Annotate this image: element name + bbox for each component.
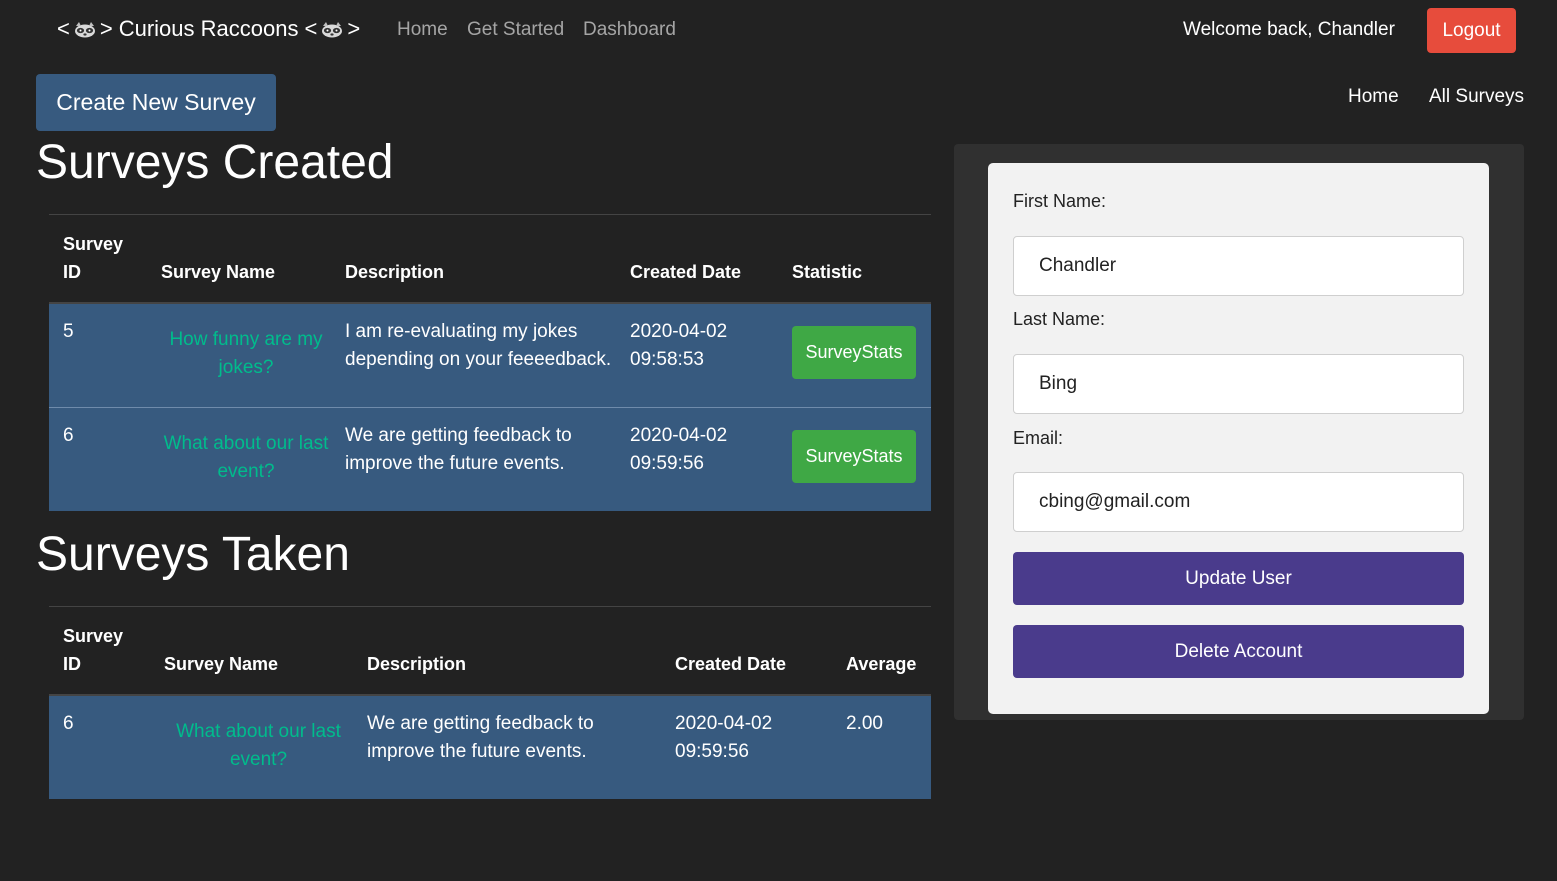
header-survey-id: Survey ID [49, 215, 147, 304]
created-date: 2020-04-02 [630, 424, 728, 446]
cell-description: We are getting feedback to improve the f… [367, 713, 594, 762]
email-label: Email: [1013, 428, 1064, 448]
nav-link-get-started[interactable]: Get Started [467, 19, 564, 41]
survey-name-link[interactable]: How funny are my jokes? [161, 326, 331, 382]
surveys-taken-table: Survey ID Survey Name Description Create… [49, 606, 931, 799]
brand-suffix-open: < [304, 16, 318, 41]
delete-account-button[interactable]: Delete Account [1013, 625, 1464, 678]
welcome-message: Welcome back, Chandler [1183, 19, 1395, 40]
nav-link-dashboard[interactable]: Dashboard [583, 19, 676, 41]
header-description: Description [331, 215, 616, 304]
first-name-field[interactable] [1013, 236, 1464, 296]
update-user-button[interactable]: Update User [1013, 552, 1464, 605]
subnav-link-all-surveys[interactable]: All Surveys [1429, 86, 1524, 108]
survey-stats-button[interactable]: SurveyStats [792, 326, 916, 379]
survey-name-link[interactable]: What about our last event? [164, 718, 353, 774]
surveys-created-title: Surveys Created [36, 136, 394, 189]
survey-name-link[interactable]: What about our last event? [161, 430, 331, 486]
cell-survey-id: 6 [49, 406, 147, 511]
surveys-created-table: Survey ID Survey Name Description Create… [49, 214, 931, 511]
cell-statistic: SurveyStats [778, 406, 931, 511]
table-row: 6 What about our last event? We are gett… [49, 695, 931, 799]
email-field[interactable] [1013, 472, 1464, 532]
table-row: 6 What about our last event? We are gett… [49, 406, 931, 511]
brand-name: Curious Raccoons [118, 16, 299, 41]
subnav-link-home[interactable]: Home [1348, 86, 1399, 108]
brand-separator: > [99, 16, 113, 41]
created-date: 2020-04-02 [630, 321, 728, 342]
header-survey-id-line1: Survey [63, 234, 124, 254]
created-date: 2020-04-02 [675, 713, 773, 734]
cell-description: I am re-evaluating my jokes depending on… [345, 321, 612, 370]
created-time: 09:59:56 [675, 741, 749, 762]
survey-stats-button[interactable]: SurveyStats [792, 429, 916, 483]
header-average: Average [832, 607, 931, 696]
cell-created-date: 2020-04-02 09:59:56 [616, 406, 778, 511]
nav-link-home[interactable]: Home [397, 19, 448, 41]
table-row: 5 How funny are my jokes? I am re-evalua… [49, 303, 931, 407]
header-created-date: Created Date [661, 607, 832, 696]
create-new-survey-button[interactable]: Create New Survey [36, 74, 276, 131]
cell-statistic: SurveyStats [778, 303, 931, 407]
last-name-field[interactable] [1013, 354, 1464, 414]
cell-survey-name: How funny are my jokes? [147, 303, 331, 407]
header-survey-name: Survey Name [150, 607, 353, 696]
first-name-label: First Name: [1013, 191, 1107, 211]
table-header-row: Survey ID Survey Name Description Create… [49, 607, 931, 696]
raccoon-icon [74, 22, 95, 38]
header-survey-id-line2: ID [63, 654, 81, 674]
header-survey-id-line2: ID [63, 262, 81, 282]
brand-logo[interactable]: < > Curious Raccoons < > [57, 16, 360, 42]
header-created-date: Created Date [616, 215, 778, 304]
table-header-row: Survey ID Survey Name Description Create… [49, 215, 931, 304]
raccoon-icon [322, 22, 343, 38]
cell-survey-id: 6 [63, 713, 74, 734]
header-survey-name: Survey Name [147, 215, 331, 304]
cell-survey-name: What about our last event? [150, 695, 353, 799]
cell-average: 2.00 [846, 713, 883, 734]
header-statistic: Statistic [778, 215, 931, 304]
cell-description: We are getting feedback to improve the f… [331, 406, 616, 511]
logout-button[interactable]: Logout [1427, 8, 1516, 53]
cell-created-date: 2020-04-02 09:58:53 [616, 303, 778, 407]
cell-survey-name: What about our last event? [147, 406, 331, 511]
header-description: Description [353, 607, 661, 696]
cell-survey-id: 5 [63, 321, 74, 342]
header-survey-id-line1: Survey [63, 626, 124, 646]
last-name-label: Last Name: [1013, 309, 1106, 329]
created-time: 09:59:56 [630, 452, 704, 474]
brand-suffix-close: > [347, 16, 361, 41]
brand-prefix: < [57, 16, 70, 41]
created-time: 09:58:53 [630, 349, 704, 370]
surveys-taken-title: Surveys Taken [36, 528, 350, 581]
cell-created-date: 2020-04-02 09:59:56 [661, 695, 832, 799]
header-survey-id: Survey ID [49, 607, 150, 696]
top-navbar: < > Curious Raccoons < > Home Get Starte… [0, 0, 1557, 62]
